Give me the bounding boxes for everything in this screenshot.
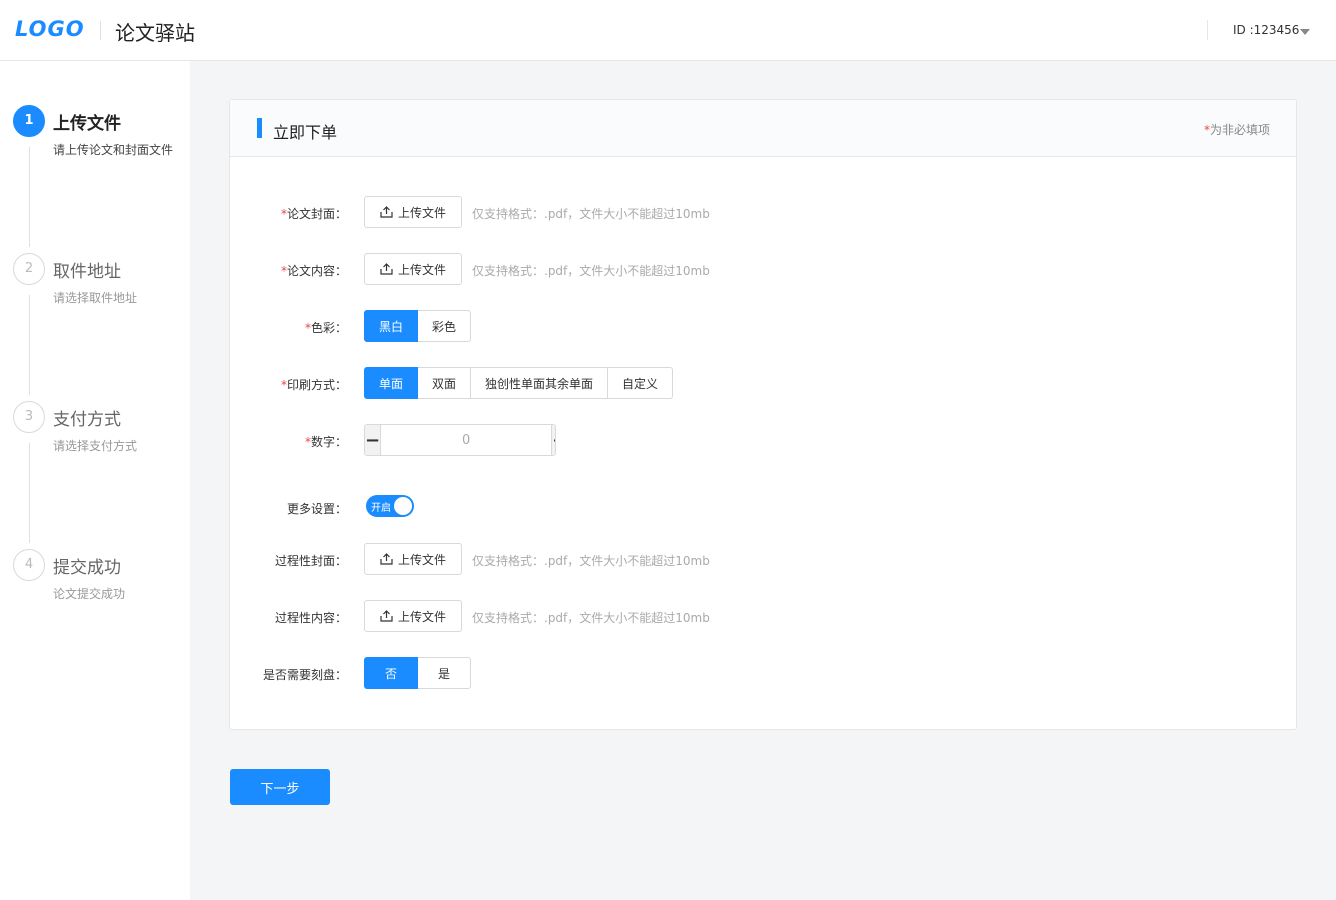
print-option-originality[interactable]: 独创性单面其余单面	[470, 367, 608, 399]
step-connector	[29, 295, 30, 395]
row-print: *印刷方式： 单面 双面 独创性单面其余单面 自定义	[230, 367, 1296, 399]
header-divider	[1207, 20, 1208, 40]
field-label: 是否需要刻盘：	[262, 668, 347, 682]
quantity-stepper: − +	[364, 424, 556, 456]
card-header: 立即下单 *为非必填项	[230, 100, 1296, 157]
print-mode-selector: 单面 双面 独创性单面其余单面 自定义	[364, 367, 673, 399]
next-step-button[interactable]: 下一步	[230, 769, 330, 805]
step-number: 2	[13, 253, 45, 285]
upload-button-label: 上传文件	[397, 609, 446, 624]
upload-process-content-button[interactable]: 上传文件	[364, 600, 462, 632]
print-option-custom[interactable]: 自定义	[607, 367, 673, 399]
step-desc: 请上传论文和封面文件	[53, 143, 174, 157]
step-number: 4	[13, 549, 45, 581]
upload-content-button[interactable]: 上传文件	[364, 253, 462, 285]
steps-sidebar: 1 上传文件 请上传论文和封面文件 2 取件地址 请选择取件地址 3 支付方式 …	[0, 61, 190, 900]
field-label: 更多设置：	[286, 502, 347, 516]
row-process-cover: 过程性封面： 上传文件 仅支持格式：.pdf，文件大小不能超过10mb	[230, 543, 1296, 575]
upload-process-cover-button[interactable]: 上传文件	[364, 543, 462, 575]
step-desc: 论文提交成功	[53, 587, 126, 601]
chevron-down-icon[interactable]	[1300, 29, 1310, 35]
upload-icon	[380, 553, 393, 565]
step-desc: 请选择支付方式	[53, 439, 138, 453]
format-hint: 仅支持格式：.pdf，文件大小不能超过10mb	[472, 264, 710, 278]
card-title: 立即下单	[273, 123, 338, 142]
row-number: *数字： − +	[230, 424, 1296, 456]
color-option-color[interactable]: 彩色	[417, 310, 471, 342]
upload-cover-button[interactable]: 上传文件	[364, 196, 462, 228]
row-burn-disc: 是否需要刻盘： 否 是	[230, 657, 1296, 689]
upload-icon	[380, 206, 393, 218]
row-more-settings: 更多设置： 开启	[230, 491, 1296, 523]
field-label: 过程性内容：	[274, 611, 347, 625]
top-header: LOGO 论文驿站 ID :123456	[0, 0, 1336, 61]
step-title: 取件地址	[53, 262, 121, 282]
step-number: 3	[13, 401, 45, 433]
app-title: 论文驿站	[115, 21, 195, 45]
step-connector	[29, 443, 30, 543]
print-option-double[interactable]: 双面	[417, 367, 471, 399]
step-desc: 请选择取件地址	[53, 291, 138, 305]
burn-disc-selector: 否 是	[364, 657, 471, 689]
field-label: *印刷方式：	[281, 376, 347, 393]
logo[interactable]: LOGO	[15, 17, 85, 41]
quantity-input[interactable]	[381, 425, 552, 455]
step-title: 支付方式	[53, 410, 121, 430]
field-label: 过程性封面：	[274, 554, 347, 568]
row-cover: *论文封面： 上传文件 仅支持格式：.pdf，文件大小不能超过10mb	[230, 196, 1296, 228]
field-label: *色彩：	[305, 319, 347, 336]
step-connector	[29, 147, 30, 247]
step-title: 上传文件	[53, 114, 121, 134]
toggle-knob	[394, 497, 412, 515]
toggle-text: 开启	[371, 503, 391, 514]
label-text: 论文封面：	[286, 207, 347, 221]
upload-button-label: 上传文件	[397, 552, 446, 567]
field-label: *数字：	[305, 433, 347, 450]
format-hint: 仅支持格式：.pdf，文件大小不能超过10mb	[472, 207, 710, 221]
optional-note: *为非必填项	[1204, 121, 1270, 138]
field-label: *论文封面：	[281, 205, 347, 222]
increment-button[interactable]: +	[551, 425, 555, 455]
user-id[interactable]: ID :123456	[1233, 23, 1299, 37]
color-selector: 黑白 彩色	[364, 310, 471, 342]
optional-note-text: 为非必填项	[1209, 123, 1270, 137]
row-process-content: 过程性内容： 上传文件 仅支持格式：.pdf，文件大小不能超过10mb	[230, 600, 1296, 632]
more-settings-toggle[interactable]: 开启	[366, 495, 414, 517]
title-accent-bar	[257, 118, 262, 138]
print-option-single[interactable]: 单面	[364, 367, 418, 399]
color-option-bw[interactable]: 黑白	[364, 310, 418, 342]
upload-icon	[380, 610, 393, 622]
upload-icon	[380, 263, 393, 275]
burn-option-yes[interactable]: 是	[417, 657, 471, 689]
burn-option-no[interactable]: 否	[364, 657, 418, 689]
label-text: 数字：	[310, 435, 347, 449]
label-text: 论文内容：	[286, 264, 347, 278]
row-content: *论文内容： 上传文件 仅支持格式：.pdf，文件大小不能超过10mb	[230, 253, 1296, 285]
step-number: 1	[13, 105, 45, 137]
decrement-button[interactable]: −	[365, 425, 382, 455]
row-color: *色彩： 黑白 彩色	[230, 310, 1296, 342]
step-title: 提交成功	[53, 558, 121, 578]
upload-button-label: 上传文件	[397, 205, 446, 220]
field-label: *论文内容：	[281, 262, 347, 279]
logo-divider	[100, 21, 101, 40]
upload-button-label: 上传文件	[397, 262, 446, 277]
format-hint: 仅支持格式：.pdf，文件大小不能超过10mb	[472, 611, 710, 625]
label-text: 色彩：	[310, 321, 347, 335]
format-hint: 仅支持格式：.pdf，文件大小不能超过10mb	[472, 554, 710, 568]
order-card: 立即下单 *为非必填项 *论文封面： 上传文件 仅支持格式：.pdf，文件大小不…	[229, 99, 1297, 730]
label-text: 印刷方式：	[286, 378, 347, 392]
